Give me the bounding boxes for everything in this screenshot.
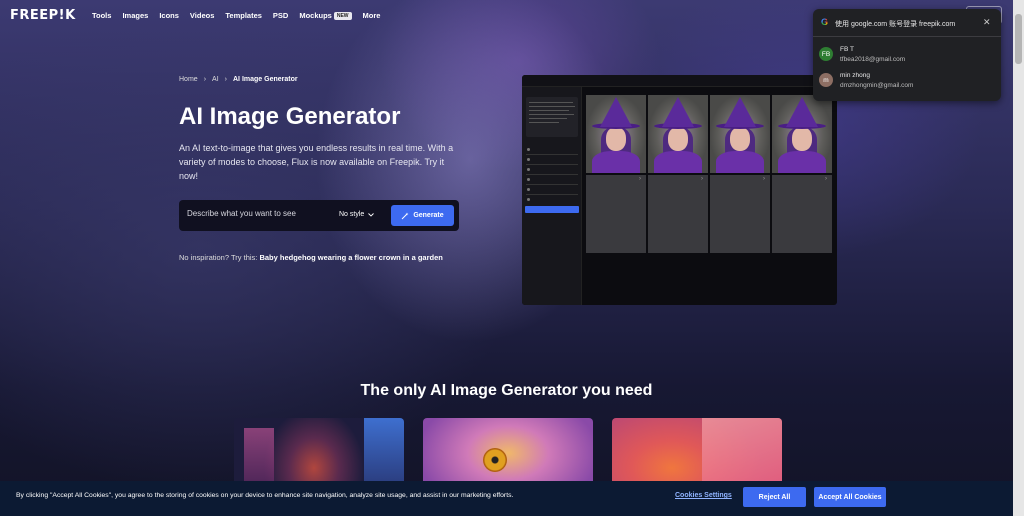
section-title: The only AI Image Generator you need xyxy=(360,382,653,399)
avatar: m xyxy=(819,73,833,87)
chevron-right-icon: › xyxy=(639,176,641,182)
freepik-logo[interactable]: FREEP!K xyxy=(10,8,76,23)
style-select-value: No style xyxy=(339,211,365,218)
google-account-item[interactable]: m min zhong dmzhongmin@gmail.com xyxy=(819,71,995,95)
account-name: FB T xyxy=(840,46,854,53)
style-select[interactable]: No style xyxy=(339,211,375,218)
nav-item-psd[interactable]: PSD xyxy=(273,11,288,20)
cookie-text: By clicking "Accept All Cookies", you ag… xyxy=(16,492,514,499)
example-card-reptile-eye[interactable] xyxy=(423,418,593,488)
breadcrumb-ai[interactable]: AI xyxy=(212,76,219,83)
new-badge: NEW xyxy=(333,12,352,21)
chevron-right-icon: › xyxy=(701,176,703,182)
preview-toolbar xyxy=(522,75,837,87)
magic-wand-icon xyxy=(401,212,409,219)
chevron-right-icon: › xyxy=(763,176,765,182)
google-account-item[interactable]: FB FB T tfbea2018@gmail.com xyxy=(819,45,995,69)
preview-empty-cell xyxy=(648,175,708,253)
preview-empty-cell xyxy=(772,175,832,253)
chevron-right-icon: › xyxy=(203,76,207,83)
nav-item-more[interactable]: More xyxy=(363,11,381,20)
nav-item-videos[interactable]: Videos xyxy=(190,11,214,20)
inspiration-hint: No inspiration? Try this: Baby hedgehog … xyxy=(179,253,443,262)
cookies-settings-link[interactable]: Cookies Settings xyxy=(675,492,732,499)
nav-item-icons[interactable]: Icons xyxy=(159,11,179,20)
cookie-banner: By clicking "Accept All Cookies", you ag… xyxy=(0,481,1013,516)
google-signin-popup: G 使用 google.com 账号登录 freepik.com ✕ FB FB… xyxy=(813,9,1001,101)
preview-sidebar xyxy=(522,87,582,305)
page-scrollbar[interactable] xyxy=(1013,0,1024,516)
breadcrumb-current: AI Image Generator xyxy=(233,76,298,83)
preview-witch-image xyxy=(710,95,770,173)
nav-item-mockups[interactable]: Mockups NEW xyxy=(299,11,352,21)
nav-items: Tools Images Icons Videos Templates PSD … xyxy=(92,11,381,21)
preview-witch-image xyxy=(772,95,832,173)
breadcrumb: Home › AI › AI Image Generator xyxy=(179,76,298,83)
scrollbar-thumb[interactable] xyxy=(1015,14,1022,64)
page-title: AI Image Generator xyxy=(179,103,401,130)
preview-prompt-area xyxy=(526,97,578,137)
account-email: tfbea2018@gmail.com xyxy=(840,56,906,63)
app-preview-image: › › › › xyxy=(522,75,837,305)
preview-generate-button xyxy=(525,206,579,213)
reject-all-button[interactable]: Reject All xyxy=(743,487,806,507)
example-card-petals[interactable] xyxy=(612,418,782,488)
generate-button[interactable]: Generate xyxy=(391,205,454,226)
inspiration-prefix: No inspiration? Try this: xyxy=(179,253,258,262)
account-email: dmzhongmin@gmail.com xyxy=(840,82,914,89)
preview-witch-image xyxy=(648,95,708,173)
nav-item-tools[interactable]: Tools xyxy=(92,11,111,20)
popup-header: G 使用 google.com 账号登录 freepik.com ✕ xyxy=(813,9,1001,37)
prompt-input[interactable] xyxy=(187,209,327,218)
chevron-right-icon: › xyxy=(825,176,827,182)
breadcrumb-home[interactable]: Home xyxy=(179,76,198,83)
popup-title: 使用 google.com 账号登录 freepik.com xyxy=(835,21,956,28)
inspiration-link[interactable]: Baby hedgehog wearing a flower crown in … xyxy=(259,253,442,262)
accept-all-cookies-button[interactable]: Accept All Cookies xyxy=(814,487,886,507)
nav-item-images[interactable]: Images xyxy=(122,11,148,20)
preview-empty-cell xyxy=(586,175,646,253)
generate-label: Generate xyxy=(413,212,444,219)
account-name: min zhong xyxy=(840,72,870,79)
close-icon[interactable]: ✕ xyxy=(983,17,991,28)
preview-empty-cell xyxy=(710,175,770,253)
nav-item-mockups-label: Mockups xyxy=(299,11,332,20)
chevron-right-icon: › xyxy=(224,76,227,83)
google-icon: G xyxy=(821,17,829,27)
hero-subtitle: An AI text-to-image that gives you endle… xyxy=(179,143,454,181)
avatar: FB xyxy=(819,47,833,61)
example-card-cyborg[interactable] xyxy=(234,418,404,488)
preview-witch-image xyxy=(586,95,646,173)
nav-item-templates[interactable]: Templates xyxy=(225,11,262,20)
chevron-down-icon xyxy=(368,212,375,217)
